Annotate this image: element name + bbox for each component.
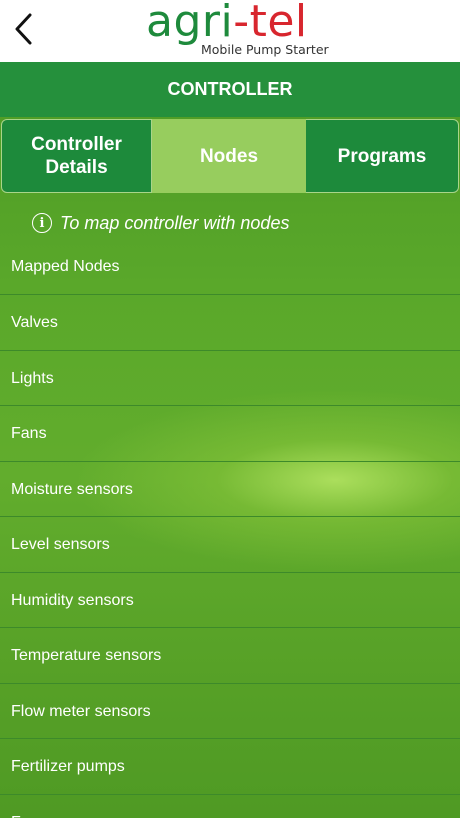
list-item-flow-meter-sensors[interactable]: Flow meter sensors [0,684,460,739]
agritel-logo: agri-tel Mobile Pump Starter [146,0,329,62]
info-text: To map controller with nodes [60,212,290,233]
back-chevron-icon[interactable] [10,12,42,46]
logo-tagline: Mobile Pump Starter [201,42,329,57]
list-item-fans[interactable]: Fans [0,406,460,462]
tab-label-line1: Controller [31,134,122,155]
list-item-lights[interactable]: Lights [0,351,460,406]
tab-nodes[interactable]: Nodes [152,119,306,193]
list-item-fertilizer-pumps[interactable]: Fertilizer pumps [0,739,460,795]
list-item-valves[interactable]: Valves [0,295,460,351]
tab-controller-details[interactable]: Controller Details [1,119,152,193]
logo-accent-text: -tel [233,0,308,47]
tab-label: Programs [337,145,427,167]
info-hint: i To map controller with nodes [32,211,289,235]
tab-label-line2: Details [45,157,108,178]
tab-bar: Controller Details Nodes Programs [0,117,460,195]
tab-programs[interactable]: Programs [306,119,459,193]
node-category-list: Mapped Nodes Valves Lights Fans Moisture… [0,240,460,818]
info-icon: i [32,213,52,233]
list-item-temperature-sensors[interactable]: Temperature sensors [0,628,460,684]
list-item-humidity-sensors[interactable]: Humidity sensors [0,573,460,628]
page-title: CONTROLLER [0,62,460,117]
list-item-foggers[interactable]: Foggers [0,795,460,818]
list-item-level-sensors[interactable]: Level sensors [0,517,460,573]
list-item-moisture-sensors[interactable]: Moisture sensors [0,462,460,517]
main-panel: CONTROLLER Controller Details Nodes Prog… [0,62,460,818]
logo-main-text: agri [146,0,234,47]
top-bar: agri-tel Mobile Pump Starter [0,0,460,62]
list-item-mapped-nodes[interactable]: Mapped Nodes [0,240,460,295]
tab-label: Nodes [199,145,259,167]
